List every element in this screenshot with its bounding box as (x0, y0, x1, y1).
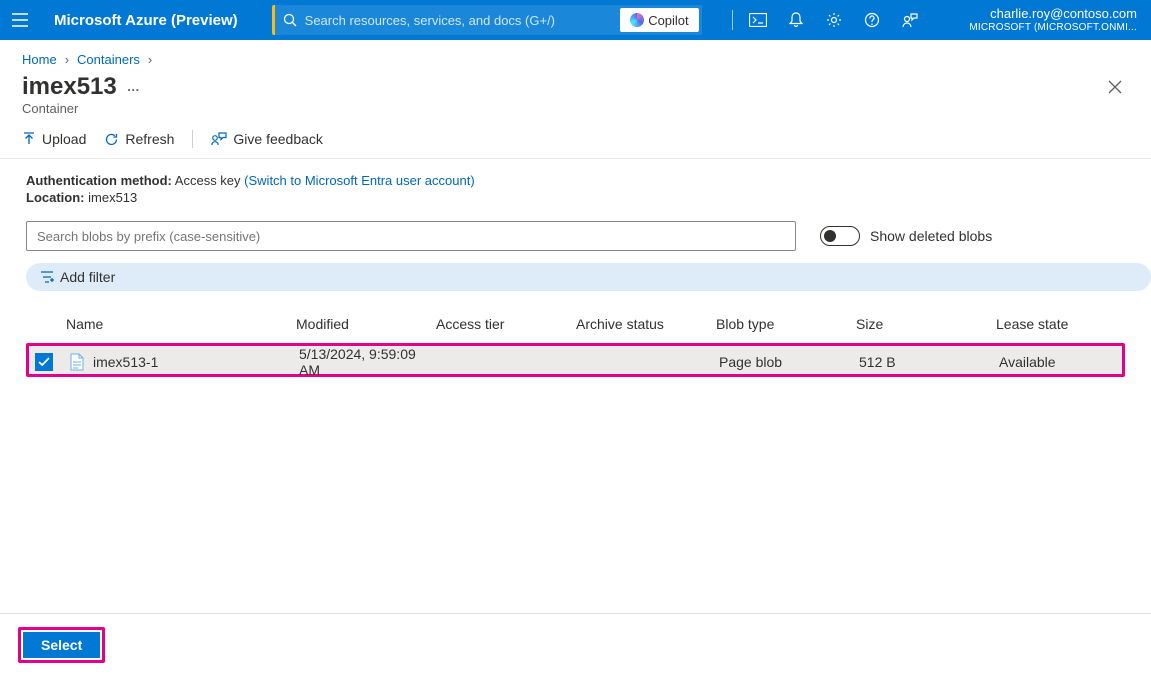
topbar-divider (732, 10, 733, 30)
breadcrumb-home[interactable]: Home (22, 52, 57, 67)
breadcrumb-containers[interactable]: Containers (77, 52, 140, 67)
row-checkbox[interactable] (35, 353, 53, 371)
bell-icon (789, 12, 803, 28)
person-feedback-icon (902, 12, 918, 28)
gear-icon (826, 12, 842, 28)
table-row[interactable]: imex513-1 5/13/2024, 9:59:09 AM Page blo… (26, 343, 1125, 377)
meta-block: Authentication method: Access key (Switc… (0, 159, 1151, 217)
more-actions-button[interactable]: … (127, 79, 142, 94)
add-filter-button[interactable]: Add filter (26, 263, 1151, 291)
upload-icon (22, 132, 36, 146)
deleted-blobs-toggle-row: Show deleted blobs (820, 226, 992, 246)
location-value: imex513 (88, 190, 137, 205)
settings-button[interactable] (815, 0, 853, 40)
copilot-icon (630, 13, 644, 27)
filter-bar: Show deleted blobs (0, 217, 1151, 263)
select-highlight: Select (18, 627, 105, 663)
feedback-icon (211, 132, 227, 146)
close-blade-button[interactable] (1101, 73, 1129, 101)
give-feedback-button[interactable]: Give feedback (211, 131, 323, 147)
auth-method-value: Access key (175, 173, 241, 188)
help-button[interactable] (853, 0, 891, 40)
blob-search-input[interactable] (26, 221, 796, 251)
table-header: Name Modified Access tier Archive status… (26, 305, 1125, 343)
command-bar: Upload Refresh Give feedback (0, 126, 1151, 159)
page-title: imex513 (22, 73, 117, 101)
close-icon (1108, 80, 1122, 94)
account-menu[interactable]: charlie.roy@contoso.com MICROSOFT (MICRO… (969, 7, 1141, 33)
upload-button[interactable]: Upload (22, 131, 86, 147)
col-access-tier[interactable]: Access tier (436, 316, 576, 332)
col-name[interactable]: Name (66, 316, 296, 332)
location-label: Location: (26, 190, 85, 205)
menu-button[interactable] (0, 0, 40, 40)
cell-modified: 5/13/2024, 9:59:09 AM (299, 346, 439, 378)
account-tenant: MICROSOFT (MICROSOFT.ONMI... (969, 22, 1137, 34)
copilot-button[interactable]: Copilot (620, 8, 698, 32)
brand-label: Microsoft Azure (Preview) (40, 12, 252, 29)
refresh-button[interactable]: Refresh (104, 131, 174, 147)
blob-table: Name Modified Access tier Archive status… (0, 305, 1151, 377)
global-search-input[interactable] (297, 13, 621, 28)
command-separator (192, 130, 193, 148)
add-filter-label: Add filter (60, 269, 115, 285)
col-archive-status[interactable]: Archive status (576, 316, 716, 332)
topbar: Microsoft Azure (Preview) Copilot (0, 0, 1151, 40)
col-size[interactable]: Size (856, 316, 996, 332)
page-subtitle: Container (0, 101, 1151, 126)
show-deleted-label: Show deleted blobs (870, 228, 992, 244)
col-modified[interactable]: Modified (296, 316, 436, 332)
chevron-right-icon: › (148, 52, 152, 67)
title-row: imex513 … (0, 69, 1151, 101)
breadcrumb: Home › Containers › (0, 40, 1151, 69)
chevron-right-icon: › (65, 52, 69, 67)
check-icon (38, 357, 50, 367)
search-icon (283, 13, 297, 27)
global-search[interactable]: Copilot (272, 5, 702, 35)
show-deleted-toggle[interactable] (820, 226, 860, 246)
topbar-icons (720, 0, 929, 40)
cell-name: imex513-1 (93, 354, 158, 370)
copilot-label: Copilot (648, 13, 688, 28)
feedback-label: Give feedback (233, 131, 323, 147)
col-lease-state[interactable]: Lease state (996, 316, 1116, 332)
select-button[interactable]: Select (23, 632, 100, 658)
account-email: charlie.roy@contoso.com (969, 7, 1137, 22)
refresh-label: Refresh (125, 131, 174, 147)
cloud-shell-button[interactable] (739, 0, 777, 40)
filter-icon (40, 271, 54, 283)
file-icon (69, 353, 85, 371)
hamburger-icon (12, 13, 28, 27)
footer: Select (0, 615, 1151, 677)
help-icon (864, 12, 880, 28)
feedback-button[interactable] (891, 0, 929, 40)
switch-auth-link[interactable]: (Switch to Microsoft Entra user account) (244, 173, 474, 188)
notifications-button[interactable] (777, 0, 815, 40)
cell-lease-state: Available (999, 354, 1119, 370)
upload-label: Upload (42, 131, 86, 147)
col-blob-type[interactable]: Blob type (716, 316, 856, 332)
auth-method-label: Authentication method: (26, 173, 172, 188)
cell-size: 512 B (859, 354, 999, 370)
cloud-shell-icon (749, 13, 767, 27)
refresh-icon (104, 132, 119, 147)
cell-blob-type: Page blob (719, 354, 859, 370)
